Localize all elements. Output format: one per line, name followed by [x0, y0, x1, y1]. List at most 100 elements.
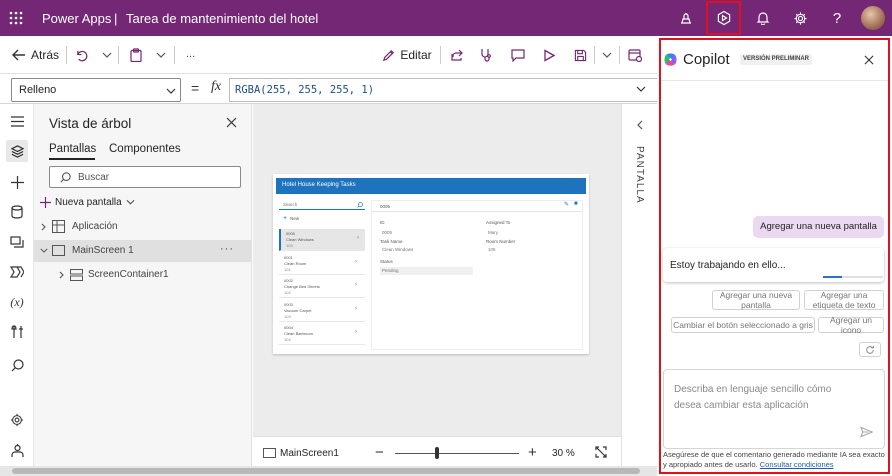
zoom-in-button[interactable]: +	[528, 444, 537, 461]
preview-play-icon[interactable]	[540, 44, 558, 66]
settings-icon[interactable]	[6, 409, 28, 431]
suggestion-add-screen[interactable]: Agregar una nueva pantalla	[712, 290, 800, 310]
current-screen-name[interactable]: MainScreen1	[280, 448, 339, 459]
back-label: Atrás	[31, 48, 60, 62]
data-database-icon[interactable]	[6, 201, 28, 223]
tree-item-app[interactable]: Aplicación	[34, 216, 252, 238]
app-checker-icon[interactable]	[477, 44, 495, 66]
gallery-id: 0004	[284, 325, 293, 330]
gear-icon[interactable]	[788, 6, 812, 30]
screen-panel-label[interactable]: PANTALLA	[634, 146, 645, 204]
gallery-row[interactable]: 0002 Change Bed Sheets 102 ›	[279, 276, 365, 298]
formula-input[interactable]: RGBA(255, 255, 255, 1)	[229, 78, 657, 102]
avatar[interactable]	[861, 6, 885, 30]
gallery-row[interactable]: 0005 Clean Windows 105 ›	[279, 229, 365, 251]
power-automate-icon[interactable]	[6, 261, 28, 283]
tab-underline	[49, 158, 95, 160]
hamburger-icon[interactable]	[6, 110, 28, 132]
property-dropdown[interactable]: Relleno	[11, 78, 181, 102]
zoom-out-button[interactable]: −	[375, 444, 384, 461]
detail-id-value: 0005	[382, 230, 393, 235]
new-screen-button[interactable]: Nueva pantalla	[40, 194, 135, 210]
app-launcher-icon[interactable]	[4, 6, 28, 30]
edit-button[interactable]: Editar	[382, 44, 432, 66]
chevron-down-icon[interactable]	[154, 44, 168, 66]
properties-panel-collapsed: PANTALLA	[621, 104, 657, 466]
bell-icon[interactable]	[751, 6, 775, 30]
save-icon[interactable]	[571, 44, 589, 66]
tree-search-input[interactable]: Buscar	[49, 166, 241, 188]
copilot-play-icon	[715, 9, 733, 27]
tab-screens[interactable]: Pantallas	[49, 143, 96, 155]
chevron-down-icon[interactable]	[100, 44, 114, 66]
detail-status-label: Status	[380, 259, 393, 264]
more-options-icon[interactable]: ···	[220, 243, 234, 255]
health-monitor-icon[interactable]	[674, 6, 698, 30]
tree-item-screencontainer[interactable]: ScreenContainer1	[34, 264, 252, 286]
trash-icon[interactable]: ■	[574, 201, 578, 207]
refresh-suggestions-button[interactable]	[859, 342, 881, 357]
gallery-task-name: Clean Room	[284, 260, 307, 266]
zoom-slider-thumb[interactable]	[435, 447, 440, 459]
close-icon[interactable]	[864, 55, 875, 66]
fit-screen-icon[interactable]	[595, 446, 607, 458]
insert-plus-icon[interactable]	[6, 171, 28, 193]
chevron-down-icon[interactable]	[636, 86, 646, 92]
help-icon[interactable]: ?	[825, 6, 849, 30]
scrollbar-thumb[interactable]	[12, 468, 640, 474]
send-icon[interactable]	[860, 426, 873, 438]
gallery-room: 101	[284, 266, 291, 272]
zoom-bar: MainScreen1 − + 30 %	[253, 436, 621, 466]
tab-components[interactable]: Componentes	[109, 143, 181, 155]
screen-icon	[52, 245, 65, 256]
property-value: Relleno	[19, 84, 57, 96]
tree-view-layers-icon[interactable]	[6, 140, 28, 162]
divider	[174, 46, 175, 64]
preview-badge: VERSIÓN PRELIMINAR	[740, 54, 813, 65]
variables-icon[interactable]: (x)	[6, 291, 28, 313]
more-commands-button[interactable]: ...	[186, 48, 195, 60]
app-search-input[interactable]: Search	[279, 200, 365, 210]
detail-status-value: Pending	[382, 268, 399, 273]
divider	[118, 46, 119, 64]
app-preview[interactable]: Hotel House Keeping Tasks Search + New 0…	[273, 174, 589, 354]
pencil-icon[interactable]: ✎	[564, 201, 569, 208]
paste-icon[interactable]	[127, 44, 145, 66]
search-icon[interactable]	[6, 354, 28, 376]
app-new-button[interactable]: + New	[283, 215, 299, 222]
zoom-slider-track[interactable]	[395, 453, 519, 454]
gallery-id: 0002	[284, 278, 293, 283]
detail-room-label: Room Number	[486, 239, 516, 244]
detail-header-id: 0005	[380, 204, 391, 209]
virtual-agent-icon[interactable]	[6, 440, 28, 462]
back-button[interactable]: Atrás	[12, 44, 62, 66]
close-icon[interactable]	[226, 117, 238, 129]
undo-icon[interactable]	[72, 44, 90, 66]
gallery-row[interactable]: 0003 Vacuum Carpet 103 ›	[279, 300, 365, 322]
suggestion-add-icon[interactable]: Agregar un icono	[818, 315, 884, 335]
detail-assigned-label: Assigned To	[486, 220, 511, 225]
suggestion-change-button-gray[interactable]: Cambiar el botón seleccionado a gris	[671, 317, 815, 333]
suggestion-add-label[interactable]: Agregar una etiqueta de texto	[804, 290, 884, 310]
app-name[interactable]: Power Apps	[42, 11, 111, 26]
share-icon[interactable]	[448, 44, 466, 66]
gallery-row[interactable]: 0004 Clean Bathroom 104 ›	[279, 323, 365, 345]
tree-item-label: Aplicación	[72, 221, 118, 232]
gallery-task-name: Clean Windows	[286, 237, 314, 242]
terms-link[interactable]: Consultar condiciones	[760, 460, 834, 469]
plus-icon: +	[283, 215, 288, 222]
copilot-prompt-input[interactable]: Describa en lenguaje sencillo cómo desea…	[663, 369, 885, 449]
copilot-toggle-button[interactable]	[706, 1, 741, 35]
media-icon[interactable]	[6, 231, 28, 253]
advanced-tools-icon[interactable]	[6, 321, 28, 343]
chevron-down-icon[interactable]	[600, 44, 614, 66]
publish-icon[interactable]	[626, 44, 644, 66]
comments-icon[interactable]	[509, 44, 527, 66]
horizontal-scrollbar[interactable]	[0, 466, 657, 476]
tree-item-mainscreen[interactable]: MainScreen 1 ···	[34, 240, 252, 262]
gallery-row[interactable]: 0001 Clean Room 101 ›	[279, 253, 365, 275]
equals-sign: =	[191, 80, 200, 96]
chevron-left-icon[interactable]	[637, 120, 643, 130]
detail-status-field[interactable]: Pending	[380, 267, 473, 275]
chevron-right-icon	[41, 223, 46, 231]
